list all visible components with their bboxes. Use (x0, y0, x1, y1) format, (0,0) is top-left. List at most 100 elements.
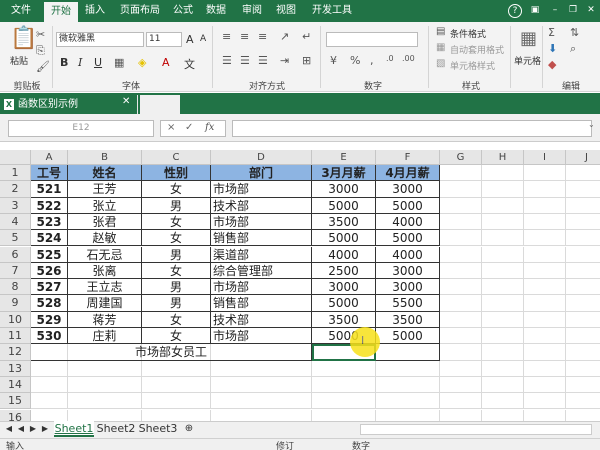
format-painter-icon[interactable]: 🖌 (36, 60, 50, 73)
table-data-cell[interactable]: 女 (142, 262, 211, 280)
cell[interactable] (482, 295, 524, 312)
cell[interactable] (482, 181, 524, 198)
row-header-4[interactable]: 4 (0, 213, 31, 231)
table-data-cell[interactable]: 526 (31, 262, 68, 280)
cell[interactable] (566, 247, 600, 263)
cell[interactable] (524, 311, 566, 328)
tab-developer[interactable]: 开发工具 (306, 0, 358, 22)
conditional-format-icon[interactable]: ▤ (436, 26, 445, 37)
table-data-cell[interactable]: 男 (142, 197, 211, 214)
row-header-10[interactable]: 10 (0, 311, 31, 328)
tab-insert[interactable]: 插入 (80, 0, 110, 22)
cell[interactable] (566, 230, 600, 247)
table-data-cell[interactable]: 综合管理部 (211, 262, 312, 280)
table-header-cell[interactable]: 4月月薪 (376, 165, 440, 182)
cell[interactable] (376, 409, 440, 421)
table-data-cell[interactable]: 3500 (312, 213, 376, 231)
cell[interactable] (482, 246, 524, 263)
table-data-cell[interactable]: 524 (31, 230, 68, 247)
cell[interactable] (566, 214, 600, 231)
table-data-cell[interactable]: 市场部 (211, 181, 312, 198)
table-data-cell[interactable]: 市场部 (211, 213, 312, 231)
column-header-j[interactable]: J (566, 150, 600, 165)
row-header-12[interactable]: 12 (0, 344, 31, 361)
cell[interactable] (440, 279, 482, 296)
cell[interactable] (566, 410, 600, 422)
cell[interactable] (566, 279, 600, 296)
table-data-cell[interactable]: 3000 (312, 181, 376, 198)
cell[interactable] (524, 393, 566, 410)
table-data-cell[interactable]: 渠道部 (211, 246, 312, 263)
table-data-cell[interactable]: 销售部 (211, 295, 312, 312)
cells-icon[interactable]: ▦ (520, 28, 537, 49)
row-header-3[interactable]: 3 (0, 197, 31, 214)
table-data-cell[interactable]: 技术部 (211, 311, 312, 328)
cell[interactable] (566, 181, 600, 198)
cell[interactable] (482, 409, 524, 421)
cell[interactable] (142, 360, 211, 377)
cell[interactable] (524, 246, 566, 263)
currency-icon[interactable]: ¥ (330, 54, 337, 67)
cell[interactable] (482, 311, 524, 328)
new-sheet-icon[interactable]: ⊕ (182, 421, 196, 437)
table-data-cell[interactable]: 销售部 (211, 230, 312, 247)
first-sheet-icon[interactable]: ◀ (4, 421, 14, 437)
new-workbook-tab[interactable] (140, 95, 180, 114)
tab-close-icon[interactable]: ✕ (122, 96, 130, 107)
font-color-icon[interactable]: A (162, 56, 170, 69)
cell[interactable] (524, 295, 566, 312)
align-top-icon[interactable]: ≡ (222, 30, 231, 43)
comma-icon[interactable]: , (370, 54, 374, 67)
cell[interactable] (31, 360, 68, 377)
cell[interactable] (524, 197, 566, 214)
cell[interactable] (482, 376, 524, 394)
cell[interactable] (524, 344, 566, 361)
cell[interactable] (440, 213, 482, 231)
table-data-cell[interactable]: 521 (31, 181, 68, 198)
cell[interactable] (566, 361, 600, 377)
cell[interactable] (440, 246, 482, 263)
cell[interactable] (68, 360, 142, 377)
table-data-cell[interactable]: 4000 (312, 246, 376, 263)
table-header-cell[interactable]: 工号 (31, 165, 68, 182)
formula-input[interactable] (232, 120, 592, 137)
row-header-6[interactable]: 6 (0, 246, 31, 263)
bold-button[interactable]: B (60, 56, 68, 69)
cell[interactable] (482, 213, 524, 231)
table-data-cell[interactable]: 3500 (312, 311, 376, 328)
tab-view[interactable]: 视图 (270, 0, 302, 22)
paste-button[interactable]: 粘贴 (10, 54, 28, 67)
cell[interactable] (68, 393, 142, 410)
cell[interactable] (376, 376, 440, 394)
cell[interactable] (376, 344, 440, 361)
cell[interactable] (482, 230, 524, 247)
table-data-cell[interactable]: 3000 (376, 181, 440, 198)
table-data-cell[interactable]: 525 (31, 246, 68, 263)
autosum-icon[interactable]: Σ (548, 26, 555, 39)
fill-color-icon[interactable]: ◈ (138, 56, 146, 69)
cells-button[interactable]: 单元格 (514, 54, 541, 67)
table-data-cell[interactable]: 5000 (312, 230, 376, 247)
tab-page-layout[interactable]: 页面布局 (114, 0, 166, 22)
orientation-icon[interactable]: ↗ (280, 30, 289, 43)
expand-formula-icon[interactable]: ⌄ (588, 120, 595, 129)
cell[interactable] (211, 360, 312, 377)
font-size-combo[interactable]: 11 (146, 32, 182, 47)
find-select-icon[interactable]: ⌕ (570, 42, 576, 56)
cell[interactable] (524, 165, 566, 182)
cell[interactable] (68, 376, 142, 394)
table-data-cell[interactable]: 男 (142, 246, 211, 263)
font-size-decrease-icon[interactable]: A (200, 34, 206, 44)
criteria-label-cell[interactable]: 市场部女员工 (31, 344, 312, 361)
cell[interactable] (524, 213, 566, 231)
table-data-cell[interactable]: 527 (31, 279, 68, 296)
cell[interactable] (482, 262, 524, 280)
sheet-tab-2[interactable]: Sheet2 (96, 421, 136, 437)
font-name-combo[interactable]: 微软雅黑 (56, 32, 144, 47)
cell[interactable] (440, 230, 482, 247)
cell[interactable] (440, 181, 482, 198)
table-data-cell[interactable]: 女 (142, 328, 211, 345)
table-data-cell[interactable]: 赵敏 (68, 230, 142, 247)
cell[interactable] (566, 295, 600, 312)
cell[interactable] (524, 181, 566, 198)
